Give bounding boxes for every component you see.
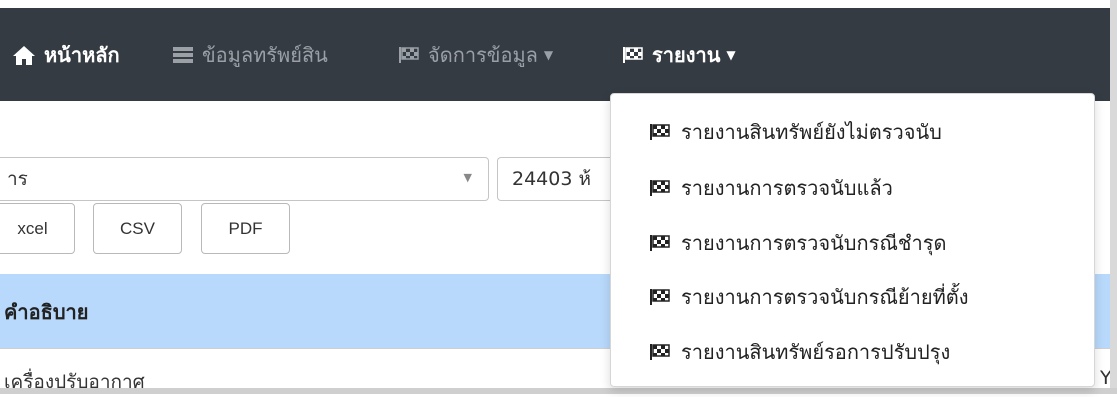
chevron-down-icon: ▼ <box>726 47 736 62</box>
nav-home[interactable]: หน้าหลัก <box>12 8 120 101</box>
menu-item-report-damaged[interactable]: รายงานการตรวจนับกรณีชำรุด <box>649 223 946 263</box>
flag-checkered-icon <box>649 234 671 252</box>
flag-checkered-icon <box>649 343 671 361</box>
report-dropdown-menu: รายงานสินทรัพย์ยังไม่ตรวจนับ รายงานการตร… <box>610 93 1095 387</box>
nav-report-label: รายงาน <box>652 42 721 67</box>
nav-manage-dropdown[interactable]: จัดการข้อมูล ▼ <box>398 8 553 101</box>
nav-assets-label: ข้อมูลทรัพย์สิน <box>202 42 328 67</box>
menu-item-label: รายงานสินทรัพย์ยังไม่ตรวจนับ <box>681 120 942 144</box>
flag-checkered-icon <box>649 288 671 306</box>
flag-checkered-icon <box>622 46 644 64</box>
nav-manage-label: จัดการข้อมูล <box>428 42 538 67</box>
location-select-value: 24403 ห้ <box>512 168 592 190</box>
nav-report-dropdown[interactable]: รายงาน ▼ <box>622 8 736 101</box>
flag-checkered-icon <box>398 46 420 64</box>
export-csv-button[interactable]: CSV <box>93 203 182 254</box>
menu-item-label: รายงานการตรวจนับกรณีชำรุด <box>681 231 947 255</box>
menu-item-label: รายงานการตรวจนับแล้ว <box>681 176 893 200</box>
nav-home-label: หน้าหลัก <box>44 42 120 67</box>
export-pdf-button[interactable]: PDF <box>201 203 290 254</box>
menu-item-report-counted[interactable]: รายงานการตรวจนับแล้ว <box>649 168 893 208</box>
chevron-down-icon: ▼ <box>543 47 554 62</box>
menu-item-report-relocated[interactable]: รายงานการตรวจนับกรณีย้ายที่ตั้ง <box>649 277 969 317</box>
category-select-value: าร <box>7 168 28 190</box>
database-icon <box>172 45 194 65</box>
flag-checkered-icon <box>649 123 671 141</box>
flag-checkered-icon <box>649 179 671 197</box>
menu-item-label: รายงานการตรวจนับกรณีย้ายที่ตั้ง <box>681 285 969 309</box>
window-top-border <box>0 0 1117 8</box>
export-excel-button[interactable]: xcel <box>0 203 75 254</box>
menu-item-report-not-counted[interactable]: รายงานสินทรัพย์ยังไม่ตรวจนับ <box>649 112 942 152</box>
home-icon <box>12 44 36 66</box>
window-bottom-border <box>0 388 1117 394</box>
top-navbar: หน้าหลัก ข้อมูลทรัพย์สิน จัดการข้อมูล ▼ … <box>0 8 1110 101</box>
select-arrow-icon: ▼ <box>463 171 472 184</box>
nav-assets[interactable]: ข้อมูลทรัพย์สิน <box>172 8 328 101</box>
column-header-description: คำอธิบาย <box>4 300 89 324</box>
menu-item-report-pending-improvement[interactable]: รายงานสินทรัพย์รอการปรับปรุง <box>649 332 950 372</box>
category-select[interactable]: าร ▼ <box>0 157 489 201</box>
window-right-border <box>1110 0 1117 394</box>
menu-item-label: รายงานสินทรัพย์รอการปรับปรุง <box>681 340 951 364</box>
